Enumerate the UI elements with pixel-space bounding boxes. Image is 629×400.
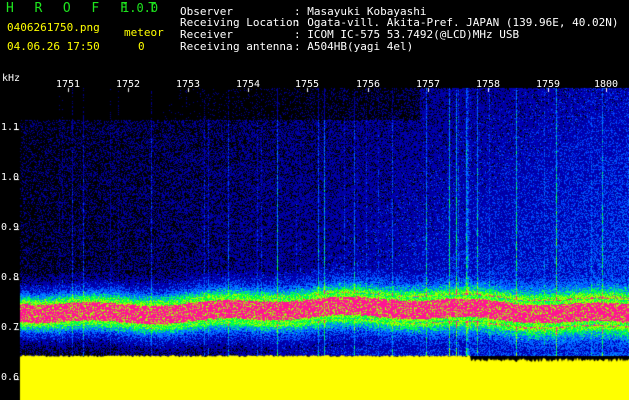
freq-tick-label: 0.9 xyxy=(1,222,20,233)
filename-label: 0406261750.png xyxy=(7,21,100,34)
time-tick-label: 1800 xyxy=(594,79,619,90)
freq-tick-label: 1.1 xyxy=(1,122,20,133)
time-tick-label: 1752 xyxy=(116,79,141,90)
freq-tick-label: 0.7 xyxy=(1,322,20,333)
freq-tick-label: 0.8 xyxy=(1,272,20,283)
app-version: 1.0.0 xyxy=(122,1,159,15)
freq-unit-label: kHz xyxy=(2,73,21,84)
time-tick-label: 1756 xyxy=(356,79,381,90)
freq-tick-label: 1.0 xyxy=(1,172,20,183)
time-tick-label: 1753 xyxy=(176,79,201,90)
freq-tick-label: 0.6 xyxy=(1,372,20,383)
antenna-value: : A504HB(yagi 4el) xyxy=(294,40,414,53)
meteor-label: meteor xyxy=(124,26,164,39)
time-tick-label: 1751 xyxy=(56,79,81,90)
antenna-label: Receiving antenna xyxy=(180,40,293,53)
spectrogram-canvas xyxy=(0,0,629,400)
time-tick-label: 1759 xyxy=(536,79,561,90)
time-tick-label: 1754 xyxy=(236,79,261,90)
time-tick-label: 1758 xyxy=(476,79,501,90)
time-tick-label: 1755 xyxy=(295,79,320,90)
time-tick-label: 1757 xyxy=(416,79,441,90)
datetime-label: 04.06.26 17:50 xyxy=(7,40,100,53)
meteor-count: 0 xyxy=(138,40,145,53)
